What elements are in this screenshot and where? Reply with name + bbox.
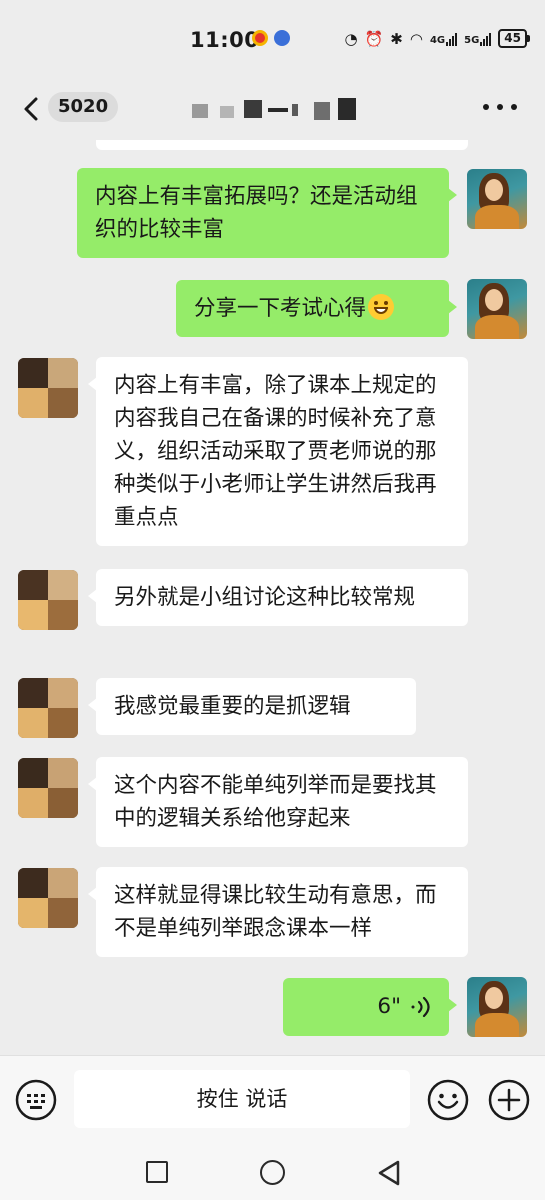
message-bubble[interactable]: 另外就是小组讨论这种比较常规: [88, 569, 468, 626]
alarm-icon: ⏰: [364, 29, 384, 48]
home-icon[interactable]: [260, 1160, 285, 1185]
message-bubble[interactable]: 这个内容不能单纯列举而是要找其中的逻辑关系给他穿起来: [88, 757, 468, 847]
more-options-button[interactable]: [483, 96, 517, 118]
contact-avatar[interactable]: [18, 358, 78, 418]
contact-avatar[interactable]: [18, 868, 78, 928]
message-list[interactable]: 内容上有丰富拓展吗？还是活动组织的比较丰富 分享一下考试心得 内容上有丰富，除了…: [0, 140, 545, 1055]
chat-title-redacted[interactable]: [192, 98, 362, 122]
emoji-icon[interactable]: [426, 1078, 470, 1122]
recent-apps-icon[interactable]: [146, 1161, 168, 1183]
message-text: 另外就是小组讨论这种比较常规: [114, 585, 416, 610]
notification-icons: [252, 30, 290, 46]
self-avatar[interactable]: [467, 279, 527, 339]
message-text: 我感觉最重要的是抓逻辑: [114, 694, 351, 719]
status-indicators: ◔ ⏰ ✱ ◠ 4G 5G 45: [344, 29, 530, 48]
voice-message-bubble[interactable]: 6": [283, 978, 457, 1036]
self-avatar[interactable]: [467, 169, 527, 229]
message-text: 这个内容不能单纯列举而是要找其中的逻辑关系给他穿起来: [114, 773, 437, 831]
message-bubble[interactable]: 内容上有丰富，除了课本上规定的内容我自己在备课的时候补充了意义，组织活动采取了贾…: [88, 357, 468, 546]
contact-avatar[interactable]: [18, 758, 78, 818]
message-text: 内容上有丰富，除了课本上规定的内容我自己在备课的时候补充了意义，组织活动采取了贾…: [114, 373, 437, 530]
chat-header: 5020: [0, 78, 545, 140]
wifi-icon: ◠: [409, 29, 423, 48]
signal-5g-icon: 5G: [464, 32, 492, 46]
contact-avatar[interactable]: [18, 678, 78, 738]
unread-count-badge[interactable]: 5020: [48, 92, 119, 122]
voice-duration: 6": [377, 994, 401, 1019]
back-arrow-icon[interactable]: [18, 94, 46, 124]
message-bubble[interactable]: 这样就显得课比较生动有意思，而不是单纯列举跟念课本一样: [88, 867, 468, 957]
weibo-icon: [252, 30, 268, 46]
system-nav-bar: [0, 1145, 545, 1200]
message-bubble[interactable]: 内容上有丰富拓展吗？还是活动组织的比较丰富: [77, 168, 457, 258]
message-text: 内容上有丰富拓展吗？还是活动组织的比较丰富: [95, 184, 418, 242]
voice-wave-icon: [411, 996, 430, 1017]
status-bar: 11:00 ◔ ⏰ ✱ ◠ 4G 5G 45: [0, 0, 545, 78]
contact-avatar[interactable]: [18, 570, 78, 630]
signal-4g-icon: 4G: [430, 32, 458, 46]
self-avatar[interactable]: [467, 977, 527, 1037]
hold-to-talk-button[interactable]: 按住 说话: [74, 1070, 410, 1128]
keyboard-icon[interactable]: [14, 1078, 58, 1122]
bluetooth-icon: ✱: [390, 29, 403, 48]
message-bubble[interactable]: 我感觉最重要的是抓逻辑: [88, 678, 416, 735]
grin-emoji-icon: [368, 294, 395, 320]
plus-icon[interactable]: [487, 1078, 531, 1122]
nav-back-icon[interactable]: [376, 1159, 402, 1187]
speed-icon: ◔: [344, 29, 358, 48]
message-text: 分享一下考试心得: [194, 296, 367, 321]
battery-icon: 45: [498, 29, 530, 48]
status-time: 11:00: [190, 28, 260, 52]
message-bubble[interactable]: 分享一下考试心得: [176, 280, 457, 337]
app-notification-icon: [274, 30, 290, 46]
input-bar: 按住 说话: [0, 1055, 545, 1145]
previous-message-edge: [96, 140, 468, 150]
message-text: 这样就显得课比较生动有意思，而不是单纯列举跟念课本一样: [114, 883, 437, 941]
